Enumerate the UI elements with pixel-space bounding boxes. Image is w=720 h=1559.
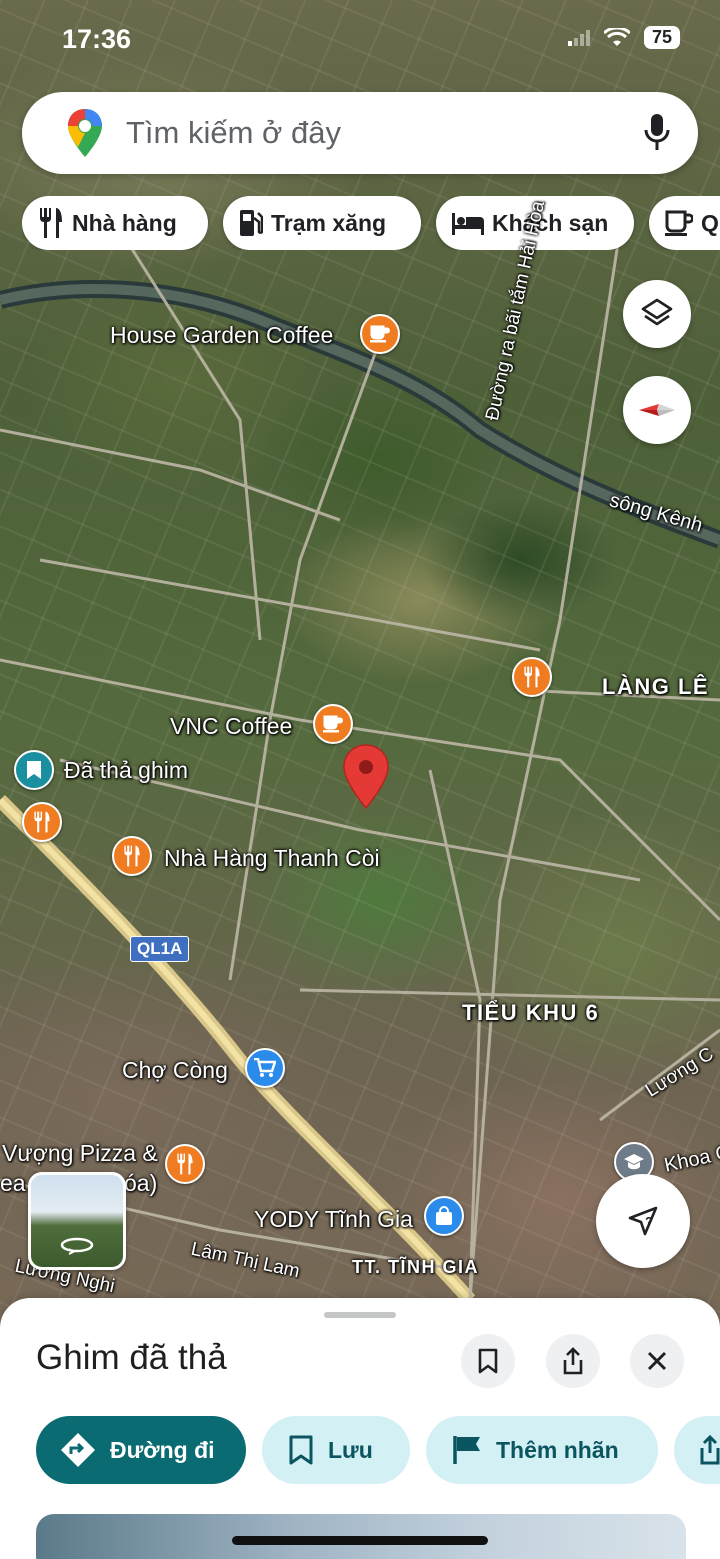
area-label-tt-tinh-gia: TT. TĨNH GIA	[352, 1257, 479, 1277]
hotel-icon	[452, 213, 484, 235]
status-bar: 17:36 75	[0, 0, 720, 80]
search-bar[interactable]	[22, 92, 698, 174]
chip-coffee[interactable]: Q	[649, 196, 720, 250]
shopping-pin-cho-cong[interactable]	[245, 1048, 285, 1088]
place-label-pizza-line3[interactable]: óa)	[124, 1170, 157, 1197]
area-label-lang-le: LÀNG LÊ	[602, 674, 710, 699]
battery-indicator: 75	[644, 26, 680, 49]
sheet-title: Ghim đã thả	[36, 1338, 227, 1377]
chip-gas-stations[interactable]: Trạm xăng	[223, 196, 421, 250]
cellular-signal-icon	[568, 29, 590, 46]
save-button[interactable]: Lưu	[262, 1416, 410, 1484]
place-label-cho-cong[interactable]: Chợ Còng	[122, 1057, 228, 1084]
share-action-button[interactable]	[674, 1416, 720, 1484]
place-label-yody[interactable]: YODY Tĩnh Gia	[254, 1206, 413, 1233]
directions-button[interactable]: Đường đi	[36, 1416, 246, 1484]
chip-label: Khách sạn	[492, 209, 609, 236]
saved-pin-marker[interactable]	[14, 750, 54, 790]
bookmark-button[interactable]	[461, 1334, 515, 1388]
restaurant-icon	[124, 845, 140, 867]
route-shield-ql1a: QL1A	[130, 936, 190, 962]
place-label-pizza-line1[interactable]: Vượng Pizza &	[2, 1140, 158, 1167]
restaurant-pin-thanh-coi[interactable]	[112, 836, 152, 876]
wifi-icon	[604, 27, 630, 46]
street-view-360-icon	[60, 1237, 94, 1255]
chip-label: Nhà hàng	[72, 209, 177, 236]
category-chips: Nhà hàng Trạm xăng Khách sạn Q	[22, 196, 720, 250]
status-icons: 75	[568, 26, 680, 49]
my-location-button[interactable]: ?	[596, 1174, 690, 1268]
restaurant-pin-west[interactable]	[22, 802, 62, 842]
place-label-thanh-coi[interactable]: Nhà Hàng Thanh Còi	[164, 845, 380, 872]
restaurant-icon	[524, 666, 540, 688]
directions-label: Đường đi	[110, 1436, 215, 1463]
add-label-label: Thêm nhãn	[496, 1436, 619, 1463]
chip-label: Q	[701, 209, 719, 236]
bookmark-icon	[27, 761, 41, 779]
area-label-tieu-khu-6: TIỂU KHU 6	[462, 1000, 600, 1025]
save-label: Lưu	[328, 1436, 373, 1463]
restaurant-pin-lang-le[interactable]	[512, 657, 552, 697]
restaurant-icon	[177, 1153, 193, 1175]
sheet-drag-handle[interactable]	[324, 1312, 396, 1318]
location-arrow-icon: ?	[628, 1206, 658, 1236]
shopping-bag-icon	[436, 1206, 452, 1225]
restaurant-icon	[34, 811, 50, 833]
gas-station-icon	[240, 210, 263, 236]
svg-text:?: ?	[645, 1214, 653, 1229]
place-label-dropped-pin[interactable]: Đã thả ghim	[64, 757, 188, 784]
chip-label: Trạm xăng	[271, 209, 387, 236]
chip-restaurants[interactable]: Nhà hàng	[22, 196, 208, 250]
close-icon	[647, 1351, 667, 1371]
coffee-icon	[665, 210, 693, 236]
add-label-button[interactable]: Thêm nhãn	[426, 1416, 658, 1484]
coffee-icon	[323, 715, 343, 733]
school-icon	[624, 1154, 644, 1170]
close-button[interactable]	[630, 1334, 684, 1388]
map-layers-button[interactable]	[623, 280, 691, 348]
compass-button[interactable]	[623, 376, 691, 444]
action-buttons-row: Đường đi Lưu Thêm nhãn	[36, 1416, 720, 1484]
google-maps-logo-icon	[68, 109, 102, 157]
directions-icon	[61, 1433, 95, 1467]
place-label-house-garden[interactable]: House Garden Coffee	[110, 322, 333, 349]
dropped-pin-marker[interactable]	[343, 744, 389, 810]
place-label-vnc-coffee[interactable]: VNC Coffee	[170, 713, 292, 740]
share-icon	[563, 1347, 583, 1375]
share-icon	[700, 1435, 720, 1465]
home-indicator[interactable]	[232, 1536, 488, 1545]
flag-icon	[453, 1436, 480, 1464]
bookmark-icon	[478, 1348, 498, 1374]
coffee-icon	[370, 325, 390, 343]
restaurant-icon	[40, 208, 62, 238]
cafe-pin-house-garden[interactable]	[360, 314, 400, 354]
compass-icon	[639, 404, 675, 416]
search-input[interactable]	[126, 112, 626, 154]
layers-icon	[641, 298, 673, 326]
street-view-thumbnail[interactable]	[28, 1172, 126, 1270]
microphone-icon[interactable]	[644, 114, 670, 152]
status-time: 17:36	[62, 24, 132, 54]
place-bottom-sheet: Ghim đã thả Đường đi Lưu Thêm nhãn	[0, 1298, 720, 1559]
bookmark-icon	[289, 1435, 313, 1465]
cafe-pin-vnc[interactable]	[313, 704, 353, 744]
satellite-map[interactable]: 17:36 75 Tìm kiếm ở đây Nhà hàng Trạm xă…	[0, 0, 720, 1340]
restaurant-pin-pizza[interactable]	[165, 1144, 205, 1184]
shopping-pin-yody[interactable]	[424, 1196, 464, 1236]
shopping-cart-icon	[254, 1058, 276, 1077]
share-button[interactable]	[546, 1334, 600, 1388]
